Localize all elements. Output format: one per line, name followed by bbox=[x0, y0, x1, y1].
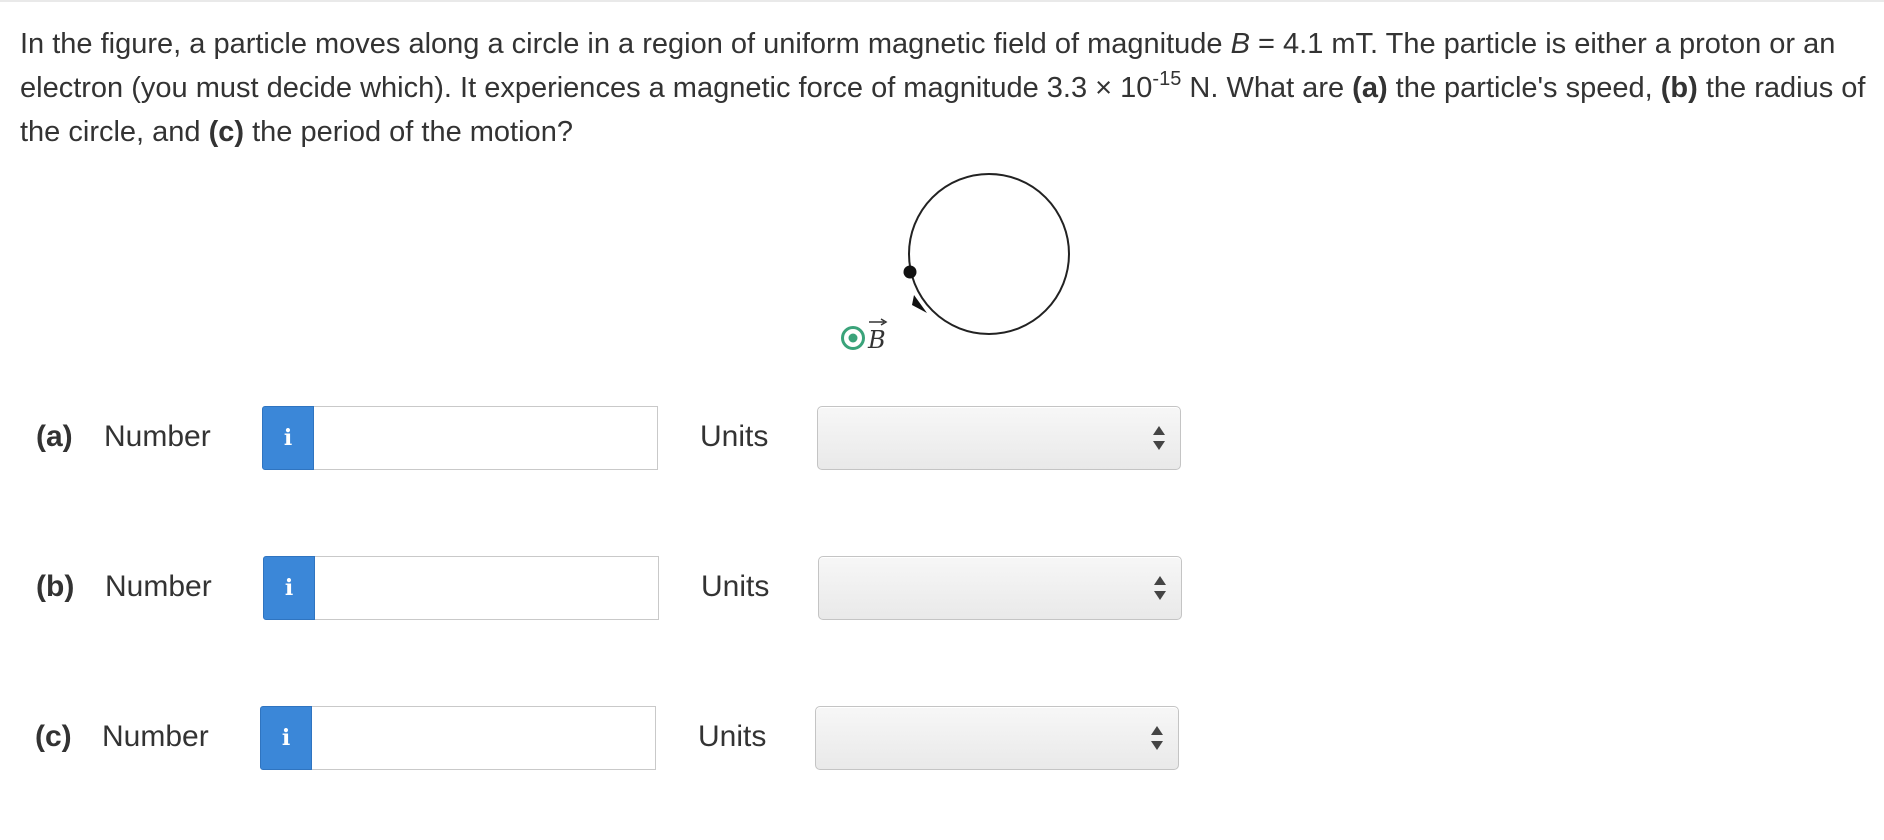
number-label: Number bbox=[105, 570, 212, 603]
field-out-of-page-icon bbox=[841, 326, 865, 350]
select-arrows-icon bbox=[1151, 726, 1163, 750]
units-label: Units bbox=[700, 420, 769, 453]
direction-arrow-icon bbox=[912, 295, 927, 313]
svg-text:B: B bbox=[867, 326, 886, 354]
answer-row-a: (a) Number i Units bbox=[0, 406, 1200, 472]
answer-row-b: (b) Number i Units bbox=[0, 556, 1200, 622]
number-label: Number bbox=[102, 720, 209, 753]
part-c-label: (c) bbox=[35, 720, 72, 753]
info-icon[interactable]: i bbox=[263, 556, 315, 620]
units-select-c[interactable] bbox=[815, 706, 1179, 770]
units-label: Units bbox=[698, 720, 767, 753]
particle-dot bbox=[903, 265, 917, 279]
units-select-b[interactable] bbox=[818, 556, 1182, 620]
part-a-label: (a) bbox=[36, 420, 73, 453]
number-label: Number bbox=[104, 420, 211, 453]
part-b-label: (b) bbox=[36, 570, 75, 603]
info-icon[interactable]: i bbox=[260, 706, 312, 770]
select-arrows-icon bbox=[1154, 576, 1166, 600]
units-select-a[interactable] bbox=[817, 406, 1181, 470]
number-input-a[interactable] bbox=[314, 406, 658, 470]
info-icon[interactable]: i bbox=[262, 406, 314, 470]
units-label: Units bbox=[701, 570, 770, 603]
answer-row-c: (c) Number i Units bbox=[0, 706, 1200, 772]
question-text: In the figure, a particle moves along a … bbox=[20, 28, 1866, 148]
top-divider bbox=[0, 0, 1884, 2]
number-input-c[interactable] bbox=[312, 706, 656, 770]
circular-path-diagram: B bbox=[841, 173, 1070, 354]
select-arrows-icon bbox=[1153, 426, 1165, 450]
circular-path bbox=[908, 173, 1070, 335]
field-vector-label: B bbox=[867, 318, 888, 354]
circle-figure: B bbox=[830, 165, 1080, 365]
number-input-b[interactable] bbox=[315, 556, 659, 620]
